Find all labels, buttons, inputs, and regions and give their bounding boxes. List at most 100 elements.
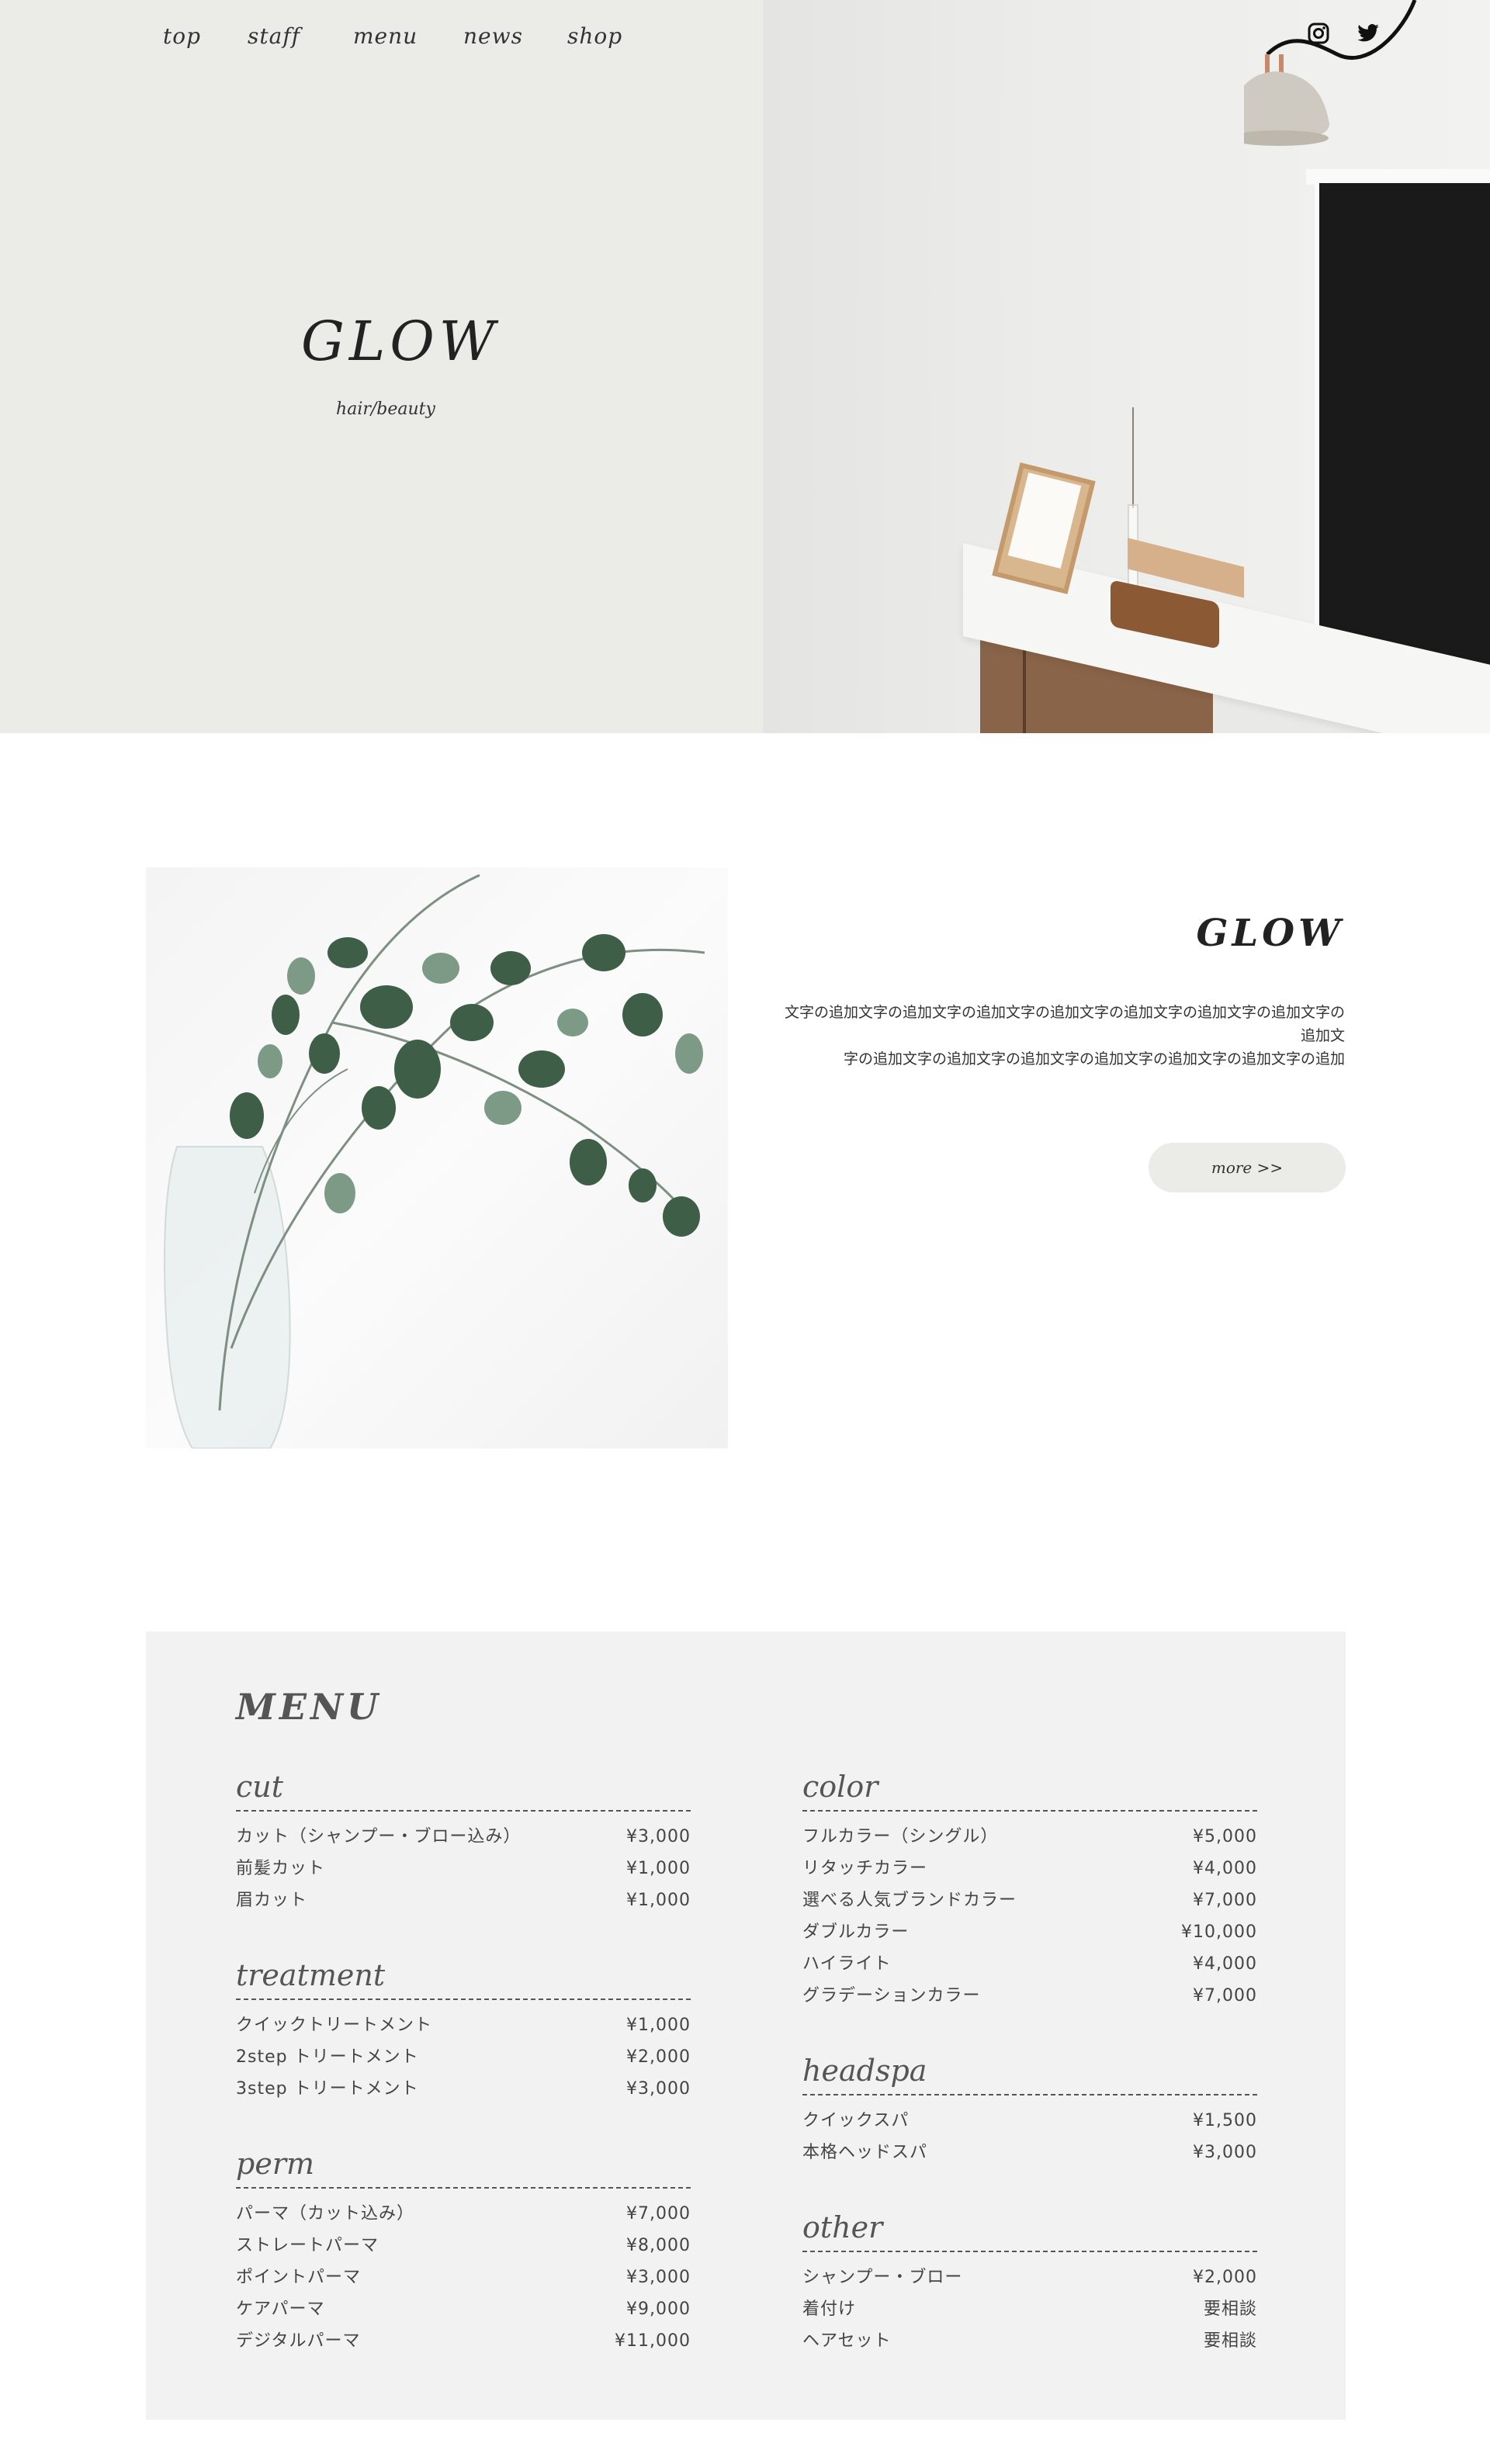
menu-column-left: cut カット（シャンプー・ブロー込み） ¥3,000 前髪カット ¥1,000 眉カット… bbox=[236, 1771, 691, 2400]
menu-item-price: ¥1,000 bbox=[626, 1891, 691, 1910]
menu-category-perm: perm パーマ（カット込み） ¥7,000 ストレートパーマ ¥8,000 ポイントパー… bbox=[236, 2148, 691, 2357]
menu-item-price: 要相談 bbox=[1203, 2300, 1257, 2319]
menu-category-title: cut bbox=[236, 1771, 691, 1812]
plant-photo bbox=[146, 867, 728, 1448]
nav-item-shop[interactable]: shop bbox=[567, 23, 629, 49]
menu-item-name: ダブルカラー bbox=[802, 1922, 910, 1942]
main-nav: top staff menu news shop bbox=[163, 23, 629, 49]
more-button[interactable]: more >> bbox=[1149, 1143, 1346, 1192]
menu-section: MENU cut カット（シャンプー・ブロー込み） ¥3,000 前髪カット ¥1,00… bbox=[146, 1632, 1346, 2420]
menu-item-name: クイックスパ bbox=[802, 2111, 910, 2130]
menu-item-name: ポイントパーマ bbox=[236, 2268, 362, 2287]
menu-item-row: 着付け 要相談 bbox=[802, 2293, 1257, 2325]
door-frame bbox=[1306, 169, 1490, 185]
menu-item-row: クイックトリートメント ¥1,000 bbox=[236, 2009, 691, 2041]
menu-item-price: ¥7,000 bbox=[1193, 1986, 1257, 2005]
menu-item-name: グラデーションカラー bbox=[802, 1986, 981, 2005]
menu-item-row: シャンプー・ブロー ¥2,000 bbox=[802, 2262, 1257, 2293]
menu-item-row: クイックスパ ¥1,500 bbox=[802, 2105, 1257, 2137]
menu-item-name: リタッチカラー bbox=[802, 1859, 928, 1878]
menu-item-row: フルカラー（シングル） ¥5,000 bbox=[802, 1821, 1257, 1853]
menu-category-title: treatment bbox=[236, 1960, 691, 2000]
about-text-line-1: 文字の追加文字の追加文字の追加文字の追加文字の追加文字の追加文字の追加文字の追加… bbox=[784, 1004, 1345, 1044]
menu-item-price: ¥4,000 bbox=[1193, 1859, 1257, 1878]
nav-item-top[interactable]: top bbox=[163, 23, 248, 49]
menu-item-price: ¥10,000 bbox=[1181, 1922, 1257, 1942]
about-description: 文字の追加文字の追加文字の追加文字の追加文字の追加文字の追加文字の追加文字の追加… bbox=[780, 1001, 1345, 1071]
menu-item-price: ¥1,000 bbox=[626, 2016, 691, 2035]
about-text-line-2: 字の追加文字の追加文字の追加文字の追加文字の追加文字の追加文字の追加 bbox=[843, 1050, 1345, 1068]
menu-item-row: 2step トリートメント ¥2,000 bbox=[236, 2041, 691, 2073]
menu-item-row: リタッチカラー ¥4,000 bbox=[802, 1853, 1257, 1884]
social-links bbox=[1307, 22, 1383, 48]
menu-item-row: パーマ（カット込み） ¥7,000 bbox=[236, 2198, 691, 2230]
menu-item-name: ヘアセット bbox=[802, 2331, 892, 2351]
menu-item-name: 眉カット bbox=[236, 1891, 308, 1910]
menu-item-name: カット（シャンプー・ブロー込み） bbox=[236, 1827, 522, 1846]
hero-title: GLOW bbox=[301, 310, 500, 373]
instagram-icon[interactable] bbox=[1307, 22, 1333, 48]
menu-item-row: 眉カット ¥1,000 bbox=[236, 1884, 691, 1916]
menu-item-price: ¥7,000 bbox=[1193, 1891, 1257, 1910]
menu-item-row: 3step トリートメント ¥3,000 bbox=[236, 2073, 691, 2105]
menu-item-row: ポイントパーマ ¥3,000 bbox=[236, 2262, 691, 2293]
menu-category-cut: cut カット（シャンプー・ブロー込み） ¥3,000 前髪カット ¥1,000 眉カット… bbox=[236, 1771, 691, 1916]
menu-item-row: ストレートパーマ ¥8,000 bbox=[236, 2230, 691, 2262]
hero-photo bbox=[763, 0, 1490, 733]
menu-item-name: 着付け bbox=[802, 2300, 857, 2319]
menu-item-price: ¥1,500 bbox=[1193, 2111, 1257, 2130]
menu-item-row: ケアパーマ ¥9,000 bbox=[236, 2293, 691, 2325]
menu-item-price: ¥3,000 bbox=[626, 2079, 691, 2099]
menu-item-price: 要相談 bbox=[1203, 2331, 1257, 2351]
menu-category-title: headspa bbox=[802, 2055, 1257, 2095]
menu-item-price: ¥3,000 bbox=[626, 2268, 691, 2287]
hero-section: top staff menu news shop GLOW hair/beaut… bbox=[0, 0, 1490, 733]
menu-item-name: シャンプー・ブロー bbox=[802, 2268, 963, 2287]
nav-item-menu[interactable]: menu bbox=[353, 23, 463, 49]
menu-item-price: ¥7,000 bbox=[626, 2204, 691, 2223]
menu-item-name: ケアパーマ bbox=[236, 2300, 325, 2319]
menu-item-price: ¥5,000 bbox=[1193, 1827, 1257, 1846]
menu-category-color: color フルカラー（シングル） ¥5,000 リタッチカラー ¥4,000 選べる人気… bbox=[802, 1771, 1257, 2012]
menu-item-name: デジタルパーマ bbox=[236, 2331, 361, 2351]
menu-item-row: 前髪カット ¥1,000 bbox=[236, 1853, 691, 1884]
menu-item-price: ¥9,000 bbox=[626, 2300, 691, 2319]
menu-item-row: ハイライト ¥4,000 bbox=[802, 1948, 1257, 1980]
menu-item-price: ¥3,000 bbox=[1193, 2143, 1257, 2162]
menu-item-name: 本格ヘッドスパ bbox=[802, 2143, 928, 2162]
nav-item-staff[interactable]: staff bbox=[248, 23, 353, 49]
menu-item-name: 2step トリートメント bbox=[236, 2047, 419, 2067]
eucalyptus-plant-icon bbox=[164, 874, 705, 1448]
about-title: GLOW bbox=[1196, 912, 1344, 955]
menu-item-price: ¥2,000 bbox=[626, 2047, 691, 2067]
nav-item-news[interactable]: news bbox=[463, 23, 567, 49]
menu-item-row: デジタルパーマ ¥11,000 bbox=[236, 2325, 691, 2357]
menu-category-treatment: treatment クイックトリートメント ¥1,000 2step トリートメント ¥… bbox=[236, 1960, 691, 2105]
menu-item-name: 3step トリートメント bbox=[236, 2079, 419, 2099]
menu-item-price: ¥2,000 bbox=[1193, 2268, 1257, 2287]
menu-item-price: ¥3,000 bbox=[626, 1827, 691, 1846]
menu-category-title: other bbox=[802, 2212, 1257, 2252]
menu-item-price: ¥4,000 bbox=[1193, 1954, 1257, 1974]
menu-category-title: color bbox=[802, 1771, 1257, 1812]
menu-item-name: パーマ（カット込み） bbox=[236, 2204, 415, 2223]
hero-subtitle: hair/beauty bbox=[336, 400, 435, 419]
menu-item-row: グラデーションカラー ¥7,000 bbox=[802, 1980, 1257, 2012]
menu-item-name: ストレートパーマ bbox=[236, 2236, 379, 2255]
menu-category-headspa: headspa クイックスパ ¥1,500 本格ヘッドスパ ¥3,000 bbox=[802, 2055, 1257, 2168]
hero-brand: GLOW hair/beauty bbox=[301, 310, 500, 419]
menu-item-name: 選べる人気ブランドカラー bbox=[802, 1891, 1017, 1910]
menu-item-row: カット（シャンプー・ブロー込み） ¥3,000 bbox=[236, 1821, 691, 1853]
menu-item-price: ¥8,000 bbox=[626, 2236, 691, 2255]
menu-item-price: ¥1,000 bbox=[626, 1859, 691, 1878]
dried-flower bbox=[1132, 407, 1134, 508]
menu-item-row: ダブルカラー ¥10,000 bbox=[802, 1916, 1257, 1948]
menu-heading: MENU bbox=[236, 1686, 383, 1728]
menu-column-right: color フルカラー（シングル） ¥5,000 リタッチカラー ¥4,000 選べる人気… bbox=[802, 1771, 1257, 2400]
menu-item-row: 選べる人気ブランドカラー ¥7,000 bbox=[802, 1884, 1257, 1916]
twitter-icon[interactable] bbox=[1357, 22, 1383, 48]
menu-item-row: ヘアセット 要相談 bbox=[802, 2325, 1257, 2357]
menu-category-title: perm bbox=[236, 2148, 691, 2189]
menu-item-name: フルカラー（シングル） bbox=[802, 1827, 999, 1846]
menu-item-row: 本格ヘッドスパ ¥3,000 bbox=[802, 2137, 1257, 2168]
